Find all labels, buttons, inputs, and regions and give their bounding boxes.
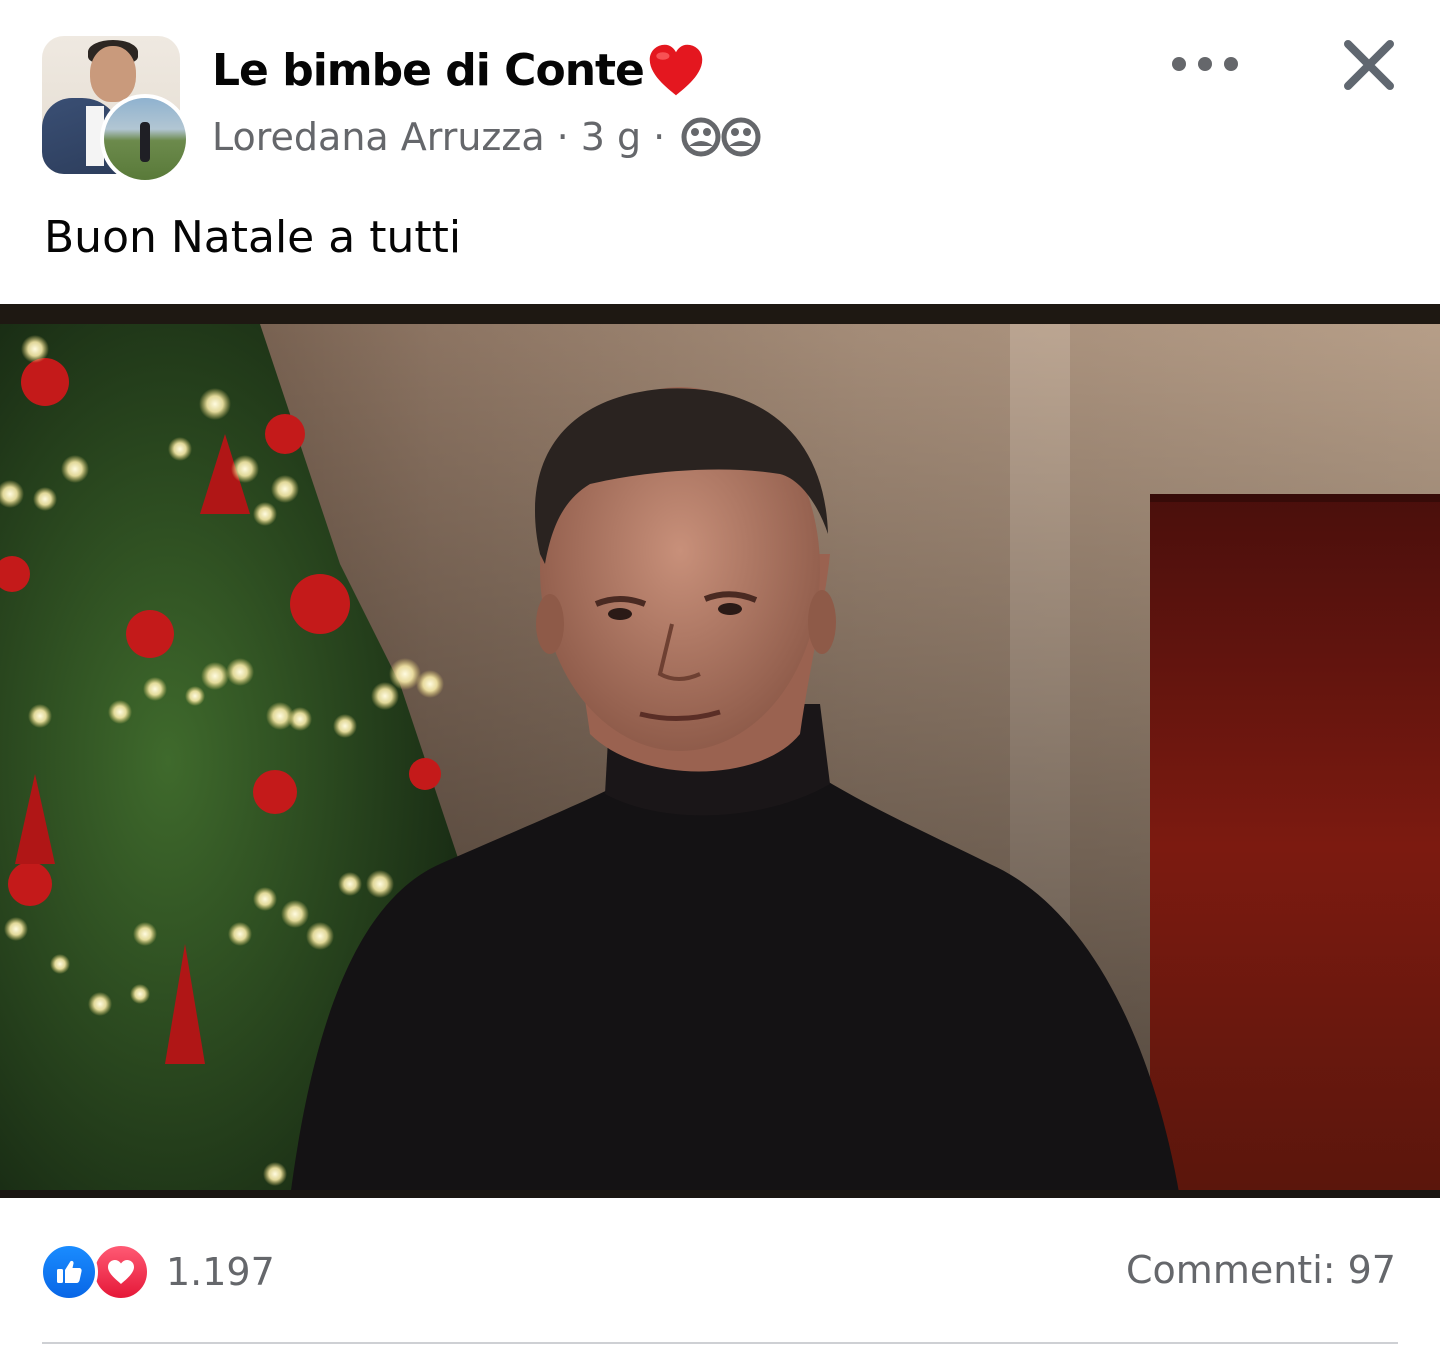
- post-footer: 1.197 Commenti: 97: [0, 1200, 1440, 1347]
- divider: [42, 1342, 1398, 1344]
- avatar-face: [90, 46, 136, 102]
- comments-count-link[interactable]: Commenti: 97: [1126, 1248, 1396, 1292]
- meta-separator: ·: [653, 115, 666, 159]
- more-horizontal-icon: [1172, 57, 1186, 71]
- meta-separator: ·: [556, 115, 569, 159]
- close-icon[interactable]: [1340, 36, 1398, 94]
- author-name-link[interactable]: Loredana Arruzza: [212, 115, 545, 159]
- red-heart-icon: [649, 44, 703, 96]
- more-horizontal-icon: [1224, 57, 1238, 71]
- avatar-person: [140, 122, 150, 162]
- post-text: Buon Natale a tutti: [44, 212, 462, 263]
- post-timestamp[interactable]: 3 g: [581, 115, 641, 159]
- love-icon: [92, 1243, 150, 1301]
- post-header: Le bimbe di Conte Loredana Arruzza · 3 g…: [0, 0, 1440, 200]
- group-name-link[interactable]: Le bimbe di Conte: [212, 45, 645, 96]
- more-horizontal-icon: [1198, 57, 1212, 71]
- reaction-count: 1.197: [166, 1250, 275, 1294]
- video-frame: [0, 304, 1440, 1198]
- avatar-group[interactable]: [42, 36, 190, 184]
- group-title-row: Le bimbe di Conte: [212, 40, 706, 100]
- groups-icon: [681, 117, 761, 157]
- post-meta: Loredana Arruzza · 3 g ·: [212, 112, 765, 162]
- like-icon: [40, 1243, 98, 1301]
- more-options-button[interactable]: [1172, 44, 1238, 84]
- video-player[interactable]: [0, 304, 1440, 1198]
- reactions-summary[interactable]: 1.197: [40, 1242, 275, 1302]
- user-avatar[interactable]: [100, 94, 190, 184]
